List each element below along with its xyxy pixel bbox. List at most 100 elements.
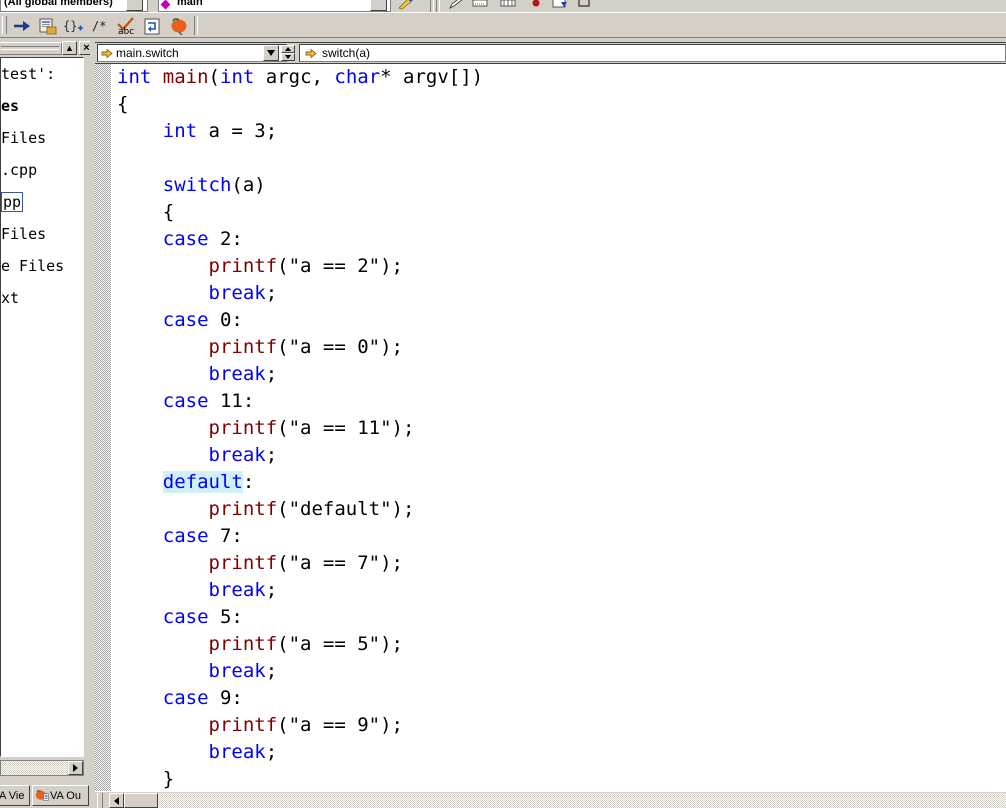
solution-explorer-panel: ▲ × test': es Files .cpp pp Files e File… bbox=[0, 40, 90, 782]
code-line[interactable]: switch(a) bbox=[117, 172, 483, 199]
tree-item[interactable]: Files bbox=[1, 126, 46, 151]
spinner-down-button[interactable] bbox=[281, 53, 295, 61]
code-token: printf bbox=[208, 633, 278, 655]
nav-scope-dropdown-button[interactable] bbox=[263, 45, 279, 61]
va-view-tab[interactable]: A Vie bbox=[0, 785, 30, 806]
symbol-combo-dropdown-button[interactable] bbox=[370, 0, 387, 11]
code-line[interactable]: break; bbox=[117, 280, 483, 307]
panel-close-button[interactable]: × bbox=[79, 41, 90, 55]
code-line[interactable]: printf("a == 2"); bbox=[117, 253, 483, 280]
editor-horizontal-scrollbar[interactable] bbox=[95, 791, 1006, 808]
panel-horizontal-scrollbar[interactable] bbox=[0, 42, 62, 55]
code-token: char bbox=[334, 66, 381, 88]
tree-item[interactable]: xt bbox=[1, 286, 19, 311]
code-line[interactable]: printf("a == 11"); bbox=[117, 415, 483, 442]
code-token: printf bbox=[208, 255, 278, 277]
insert-snippet-icon[interactable]: {} bbox=[62, 16, 86, 36]
code-token: } bbox=[117, 768, 175, 790]
code-line[interactable]: case 7: bbox=[117, 523, 483, 550]
pencil-icon[interactable] bbox=[448, 0, 464, 11]
code-line[interactable]: case 5: bbox=[117, 604, 483, 631]
source-code[interactable]: int main(int argc, char* argv[]){ int a … bbox=[117, 64, 483, 791]
spellcheck-abc-icon[interactable]: abc bbox=[114, 16, 138, 36]
tree-item-label: pp bbox=[1, 192, 24, 212]
code-token: 2: bbox=[208, 228, 243, 250]
tree-item[interactable]: e Files bbox=[1, 254, 64, 279]
symbol-combo[interactable]: main bbox=[158, 0, 391, 12]
tree-item[interactable]: test': bbox=[1, 62, 55, 87]
comment-icon[interactable]: /* bbox=[88, 16, 112, 36]
window-blue-icon[interactable] bbox=[552, 0, 568, 11]
panel-titlebar: ▲ × bbox=[0, 40, 90, 57]
red-dot-icon[interactable] bbox=[528, 0, 544, 11]
tree-item[interactable]: .cpp bbox=[1, 158, 37, 183]
tree-item-selected[interactable]: pp bbox=[1, 190, 24, 215]
code-line[interactable]: case 2: bbox=[117, 226, 483, 253]
code-token: case bbox=[162, 525, 209, 547]
code-editor[interactable]: int main(int argc, char* argv[]){ int a … bbox=[95, 63, 1006, 791]
scroll-right-button[interactable] bbox=[68, 761, 83, 775]
nav-scope-combo[interactable]: main.switch bbox=[97, 44, 287, 62]
code-line[interactable]: default: bbox=[117, 469, 483, 496]
code-line[interactable]: printf("default"); bbox=[117, 496, 483, 523]
code-line[interactable]: printf("a == 0"); bbox=[117, 334, 483, 361]
scope-combo-dropdown-button[interactable] bbox=[126, 0, 143, 11]
code-line[interactable]: break; bbox=[117, 658, 483, 685]
nav-symbol-combo-value: switch(a) bbox=[322, 46, 371, 60]
code-line[interactable]: case 11: bbox=[117, 388, 483, 415]
solution-tree[interactable]: test': es Files .cpp pp Files e Files xt bbox=[0, 57, 84, 757]
scrollbar-track[interactable] bbox=[109, 793, 1006, 808]
grid-icon[interactable] bbox=[500, 0, 516, 11]
bracket-icon[interactable] bbox=[576, 0, 592, 11]
scrollbar-track[interactable] bbox=[1, 761, 67, 775]
tree-item[interactable]: es bbox=[1, 94, 19, 119]
grid-small-icon[interactable] bbox=[472, 0, 488, 11]
code-line[interactable]: break; bbox=[117, 361, 483, 388]
application-window: (All global members) main {} /* abc ▲ × … bbox=[0, 0, 1006, 808]
code-line[interactable]: case 0: bbox=[117, 307, 483, 334]
code-line[interactable]: int a = 3; bbox=[117, 118, 483, 145]
toolbar-grip[interactable] bbox=[2, 16, 7, 34]
code-token: 0: bbox=[208, 309, 243, 331]
code-line[interactable]: { bbox=[117, 91, 483, 118]
refactor-icon[interactable] bbox=[140, 16, 164, 36]
code-line[interactable]: { bbox=[117, 199, 483, 226]
code-token: switch bbox=[162, 174, 232, 196]
goto-arrow-icon[interactable] bbox=[10, 16, 34, 36]
tomato-icon[interactable] bbox=[168, 16, 192, 36]
wand-icon[interactable] bbox=[398, 0, 414, 11]
code-line[interactable]: break; bbox=[117, 739, 483, 766]
scroll-left-button[interactable] bbox=[109, 793, 124, 808]
code-line[interactable]: case 9: bbox=[117, 685, 483, 712]
indicator-margin[interactable] bbox=[95, 64, 111, 791]
panel-scroll-up-button[interactable]: ▲ bbox=[62, 41, 77, 55]
spinner-up-button[interactable] bbox=[281, 45, 295, 53]
code-line[interactable]: int main(int argc, char* argv[]) bbox=[117, 64, 483, 91]
code-token: { bbox=[117, 201, 175, 223]
open-file-icon[interactable] bbox=[36, 16, 60, 36]
code-token: ("a == 0"); bbox=[277, 336, 403, 358]
code-token: int bbox=[117, 66, 152, 88]
code-token: break bbox=[208, 363, 266, 385]
va-outline-tab[interactable]: VA Ou bbox=[32, 785, 89, 806]
tree-item[interactable]: Files bbox=[1, 222, 46, 247]
code-line[interactable]: } bbox=[117, 766, 483, 791]
nav-scope-spinner[interactable] bbox=[281, 45, 295, 61]
va-outline-tab-label: VA Ou bbox=[50, 789, 81, 802]
code-line[interactable]: printf("a == 7"); bbox=[117, 550, 483, 577]
code-line[interactable] bbox=[117, 145, 483, 172]
nav-symbol-combo[interactable]: switch(a) bbox=[299, 44, 1006, 62]
panel-bottom-scrollbar[interactable] bbox=[0, 760, 84, 776]
tomato-icon bbox=[35, 789, 50, 803]
scrollbar-thumb[interactable] bbox=[124, 793, 158, 808]
code-token: ; bbox=[265, 282, 278, 304]
code-line[interactable]: printf("a == 5"); bbox=[117, 631, 483, 658]
code-line[interactable]: printf("a == 9"); bbox=[117, 712, 483, 739]
code-line[interactable]: break; bbox=[117, 442, 483, 469]
code-line[interactable]: break; bbox=[117, 577, 483, 604]
